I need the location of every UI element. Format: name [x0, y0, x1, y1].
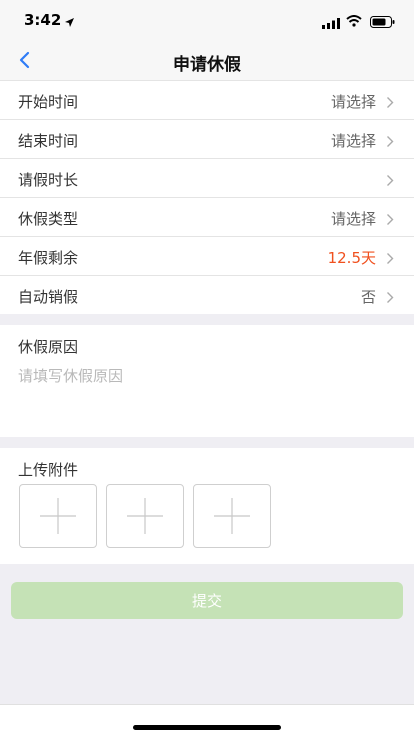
row-start-time[interactable]: 开始时间 请选择 — [0, 80, 414, 119]
plus-icon — [127, 498, 163, 534]
row-value: 否 — [360, 288, 376, 306]
status-time: 3:42 — [24, 11, 62, 29]
page-title: 申请休假 — [173, 55, 241, 75]
row-value: 请选择 — [330, 93, 376, 111]
chevron-right-icon — [386, 289, 394, 308]
row-annual-leave-remaining[interactable]: 年假剩余 12.5天 — [0, 236, 414, 275]
upload-section: 上传附件 — [0, 448, 414, 564]
upload-title: 上传附件 — [18, 461, 79, 479]
chevron-right-icon — [386, 133, 394, 152]
cellular-signal-icon — [322, 14, 340, 33]
home-indicator[interactable] — [133, 725, 281, 730]
chevron-right-icon — [386, 211, 394, 230]
leave-form: 开始时间 请选择 结束时间 请选择 请假时长 休假类型 请选择 年假剩余 12.… — [0, 80, 414, 314]
chevron-right-icon — [386, 172, 394, 191]
chevron-right-icon — [386, 250, 394, 269]
row-label: 自动销假 — [18, 288, 79, 306]
chevron-right-icon — [386, 94, 394, 113]
submit-button[interactable]: 提交 — [11, 582, 403, 619]
row-value: 12.5天 — [327, 249, 376, 267]
row-label: 开始时间 — [18, 93, 79, 111]
row-label: 休假类型 — [18, 210, 79, 228]
battery-icon — [370, 13, 395, 32]
status-bar: 3:42 — [0, 0, 414, 40]
upload-slot-1[interactable] — [19, 484, 97, 548]
navigation-bar: 申请休假 — [0, 40, 414, 80]
row-leave-type[interactable]: 休假类型 请选择 — [0, 197, 414, 236]
row-end-time[interactable]: 结束时间 请选择 — [0, 119, 414, 158]
row-leave-duration[interactable]: 请假时长 — [0, 158, 414, 197]
row-value: 请选择 — [330, 210, 376, 228]
row-label: 请假时长 — [18, 171, 79, 189]
reason-title: 休假原因 — [18, 338, 79, 356]
location-arrow-icon — [64, 13, 75, 32]
reason-input[interactable] — [18, 365, 396, 425]
upload-slot-3[interactable] — [193, 484, 271, 548]
plus-icon — [40, 498, 76, 534]
row-label: 结束时间 — [18, 132, 79, 150]
row-auto-cancel-leave[interactable]: 自动销假 否 — [0, 275, 414, 314]
row-label: 年假剩余 — [18, 249, 79, 267]
upload-slot-2[interactable] — [106, 484, 184, 548]
wifi-icon — [346, 12, 362, 31]
row-value: 请选择 — [330, 132, 376, 150]
plus-icon — [214, 498, 250, 534]
reason-section: 休假原因 — [0, 325, 414, 437]
home-indicator-area — [0, 704, 414, 737]
